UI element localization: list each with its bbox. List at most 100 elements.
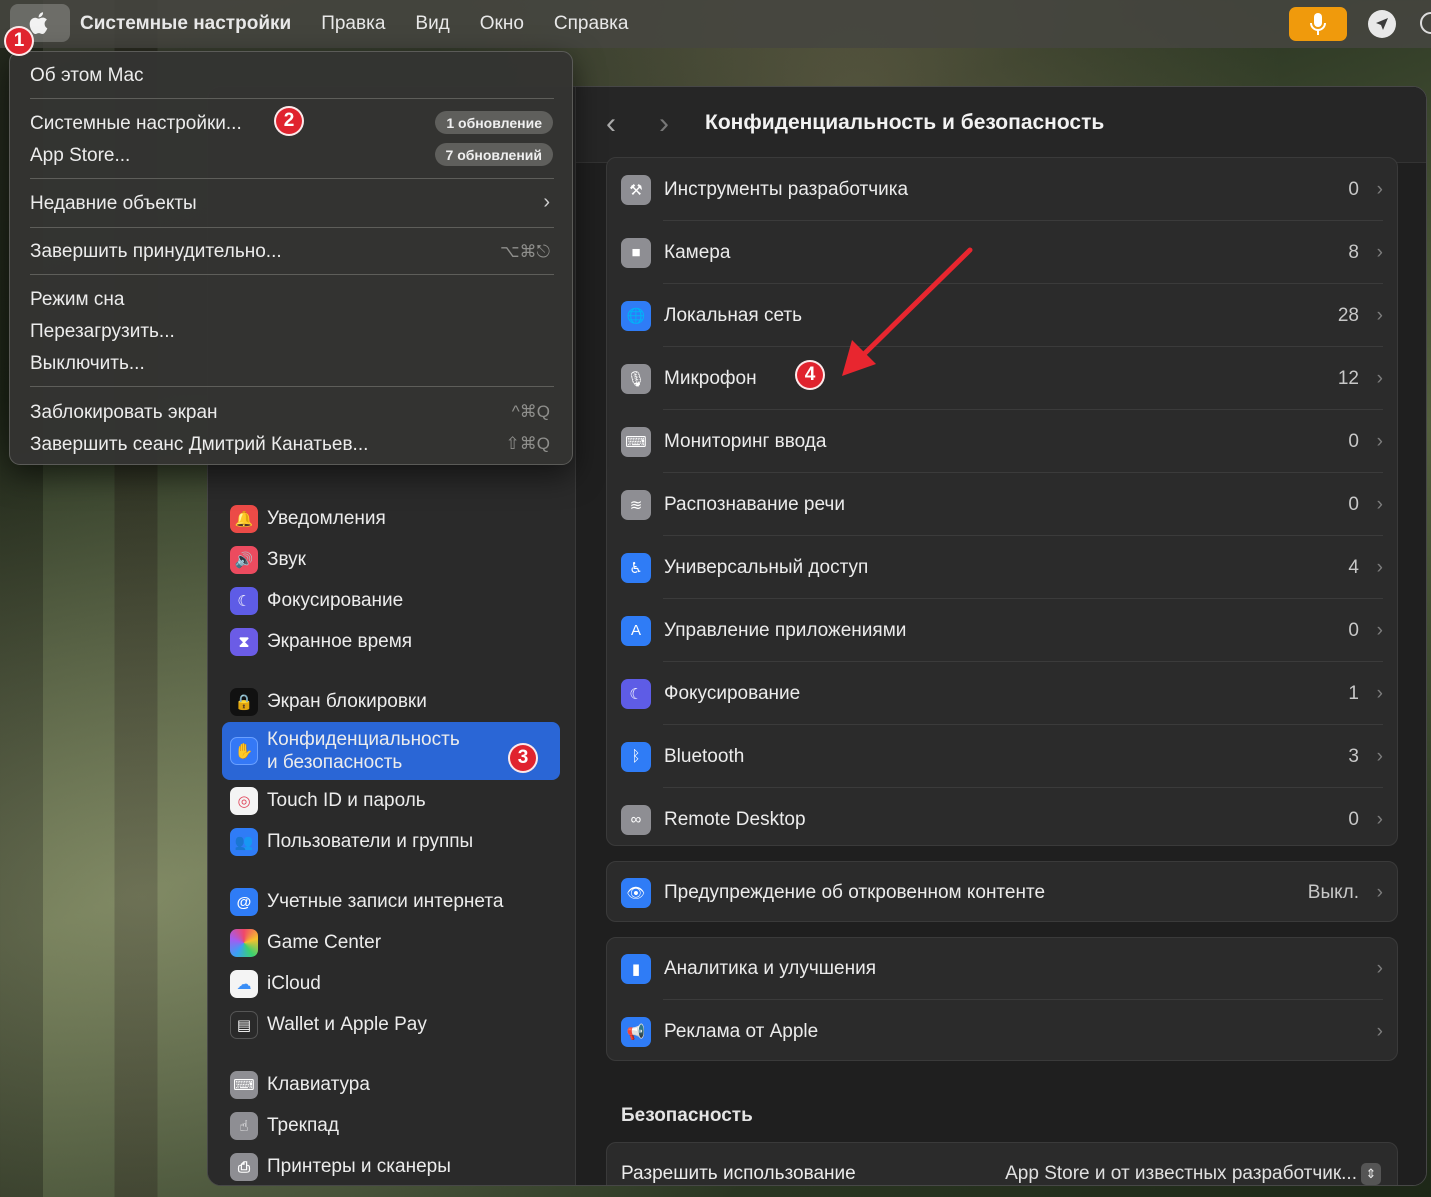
- sidebar-item-screen-time[interactable]: ⧗ Экранное время: [222, 623, 560, 661]
- apple-icon: [29, 12, 48, 35]
- row-label: Камера: [664, 241, 731, 263]
- sidebar-item-label: Принтеры и сканеры: [267, 1156, 451, 1177]
- privacy-row-local-network[interactable]: 🌐 Локальная сеть 28 ›: [607, 284, 1397, 347]
- row-value: Выкл.: [1307, 881, 1359, 903]
- row-count: 28: [1337, 304, 1359, 326]
- chevron-right-icon: ›: [1376, 304, 1383, 326]
- menu-item-logout[interactable]: Завершить сеанс Дмитрий Канатьев...: [30, 434, 368, 456]
- sidebar-item-touch-id[interactable]: ◎ Touch ID и пароль: [222, 782, 560, 820]
- bell-icon: 🔔: [230, 505, 258, 533]
- menu-item-sleep[interactable]: Режим сна: [30, 289, 124, 311]
- toolbar: ‹ › Конфиденциальность и безопасность: [576, 87, 1426, 163]
- location-icon[interactable]: [1368, 10, 1396, 38]
- privacy-row-focus[interactable]: ☾ Фокусирование 1 ›: [607, 662, 1397, 725]
- keyboard-icon: ⌨: [621, 426, 651, 457]
- privacy-row-app-management[interactable]: A Управление приложениями 0 ›: [607, 599, 1397, 662]
- step-badge-3: 3: [508, 743, 538, 773]
- privacy-row-bluetooth[interactable]: ᛒ Bluetooth 3 ›: [607, 725, 1397, 788]
- privacy-row-microphone[interactable]: 🎙 Микрофон 12 ›: [607, 347, 1397, 410]
- menu-edit[interactable]: Правка: [321, 13, 385, 35]
- printer-icon: ⎙: [230, 1153, 258, 1181]
- moon-icon: ☾: [230, 587, 258, 615]
- shortcut-label: ⌥⌘⎋: [499, 242, 550, 261]
- row-label: Локальная сеть: [664, 304, 802, 326]
- menu-item-system-settings[interactable]: Системные настройки...: [30, 113, 242, 135]
- privacy-row-remote-desktop[interactable]: ∞ Remote Desktop 0 ›: [607, 788, 1397, 851]
- chevron-right-icon: ›: [1376, 1020, 1383, 1042]
- sidebar-item-users-groups[interactable]: 👥 Пользователи и группы: [222, 823, 560, 861]
- menu-item-shutdown[interactable]: Выключить...: [30, 353, 145, 375]
- sidebar-item-label: Учетные записи интернета: [267, 891, 504, 912]
- sidebar-item-internet-accounts[interactable]: @ Учетные записи интернета: [222, 883, 560, 921]
- menu-item-restart[interactable]: Перезагрузить...: [30, 321, 175, 343]
- row-count: 1: [1348, 682, 1359, 704]
- hammer-icon: ⚒: [621, 174, 651, 205]
- sidebar-item-label: Пользователи и группы: [267, 831, 474, 852]
- menu-window[interactable]: Окно: [480, 13, 524, 35]
- app-store-updates-badge: 7 обновлений: [434, 143, 553, 166]
- allow-apps-select[interactable]: App Store и от известных разработчик...: [1005, 1163, 1357, 1185]
- privacy-row-accessibility[interactable]: ♿ Универсальный доступ 4 ›: [607, 536, 1397, 599]
- sensitive-content-group: 👁 Предупреждение об откровенном контенте…: [606, 861, 1398, 922]
- row-count: 4: [1348, 556, 1359, 578]
- analytics-row[interactable]: ▮ Аналитика и улучшения ›: [607, 937, 1397, 1000]
- camera-icon: ■: [621, 237, 651, 268]
- row-label: Распознавание речи: [664, 493, 845, 515]
- bluetooth-icon: ᛒ: [621, 741, 651, 772]
- row-label: Фокусирование: [664, 682, 801, 704]
- apple-advertising-row[interactable]: 📢 Реклама от Apple ›: [607, 1000, 1397, 1063]
- sidebar-item-focus[interactable]: ☾ Фокусирование: [222, 582, 560, 620]
- privacy-row-developer-tools[interactable]: ⚒ Инструменты разработчика 0 ›: [607, 158, 1397, 221]
- accessibility-icon: ♿: [621, 552, 651, 583]
- sidebar-item-sound[interactable]: 🔊 Звук: [222, 541, 560, 579]
- row-label: Remote Desktop: [664, 808, 806, 830]
- binoculars-icon: ∞: [621, 804, 651, 835]
- menu-view[interactable]: Вид: [415, 13, 449, 35]
- microphone-icon: [1310, 13, 1326, 35]
- menu-item-about[interactable]: Об этом Mac: [30, 65, 144, 87]
- sidebar-item-label: Звук: [267, 549, 306, 570]
- back-button[interactable]: ‹: [606, 109, 636, 139]
- step-badge-4: 4: [795, 360, 825, 390]
- security-section-title: Безопасность: [621, 1105, 753, 1126]
- sidebar-item-label: Конфиденциальность и безопасность: [267, 728, 460, 774]
- menu-item-recent[interactable]: Недавние объекты: [30, 193, 197, 215]
- menu-item-force-quit[interactable]: Завершить принудительно...: [30, 241, 282, 263]
- privacy-row-speech-recognition[interactable]: ≋ Распознавание речи 0 ›: [607, 473, 1397, 536]
- shortcut-label: ⇧⌘Q: [505, 434, 550, 453]
- microphone-icon: 🎙: [621, 363, 651, 394]
- keyboard-icon: ⌨: [230, 1071, 258, 1099]
- sensitive-content-warning-row[interactable]: 👁 Предупреждение об откровенном контенте…: [607, 861, 1397, 924]
- users-icon: 👥: [230, 828, 258, 856]
- privacy-row-input-monitoring[interactable]: ⌨ Мониторинг ввода 0 ›: [607, 410, 1397, 473]
- updown-chevron-icon[interactable]: ⇕: [1361, 1162, 1381, 1185]
- sidebar-item-label: Уведомления: [267, 508, 386, 529]
- sidebar-item-wallet[interactable]: ▤ Wallet и Apple Pay: [222, 1006, 560, 1044]
- menu-item-lock-screen[interactable]: Заблокировать экран: [30, 402, 218, 424]
- updates-badge: 1 обновление: [435, 111, 553, 134]
- sidebar-item-printers[interactable]: ⎙ Принтеры и сканеры: [222, 1148, 560, 1185]
- microphone-in-use-indicator[interactable]: [1289, 7, 1347, 41]
- sidebar-item-trackpad[interactable]: ☝ Трекпад: [222, 1107, 560, 1145]
- privacy-row-camera[interactable]: ■ Камера 8 ›: [607, 221, 1397, 284]
- step-badge-1: 1: [4, 26, 34, 56]
- row-label: Универсальный доступ: [664, 556, 869, 578]
- sidebar-item-label: Фокусирование: [267, 590, 404, 611]
- privacy-list: ⚒ Инструменты разработчика 0 › ■ Камера …: [606, 157, 1398, 846]
- sidebar-item-lock-screen[interactable]: 🔒 Экран блокировки: [222, 683, 560, 721]
- forward-button[interactable]: ›: [659, 109, 689, 139]
- sidebar-item-notifications[interactable]: 🔔 Уведомления: [222, 500, 560, 538]
- row-count: 0: [1348, 808, 1359, 830]
- menu-item-app-store[interactable]: App Store...: [30, 145, 130, 167]
- speaker-icon: 🔊: [230, 546, 258, 574]
- sidebar-item-game-center[interactable]: Game Center: [222, 924, 560, 962]
- menu-help[interactable]: Справка: [554, 13, 629, 35]
- status-icon[interactable]: [1420, 12, 1431, 34]
- row-count: 0: [1348, 430, 1359, 452]
- globe-icon: 🌐: [621, 300, 651, 331]
- eye-icon: 👁: [621, 877, 651, 908]
- sidebar-item-keyboard[interactable]: ⌨ Клавиатура: [222, 1066, 560, 1104]
- menu-app-name[interactable]: Системные настройки: [80, 13, 291, 35]
- sidebar-item-icloud[interactable]: ☁ iCloud: [222, 965, 560, 1003]
- row-label: Инструменты разработчика: [664, 178, 909, 200]
